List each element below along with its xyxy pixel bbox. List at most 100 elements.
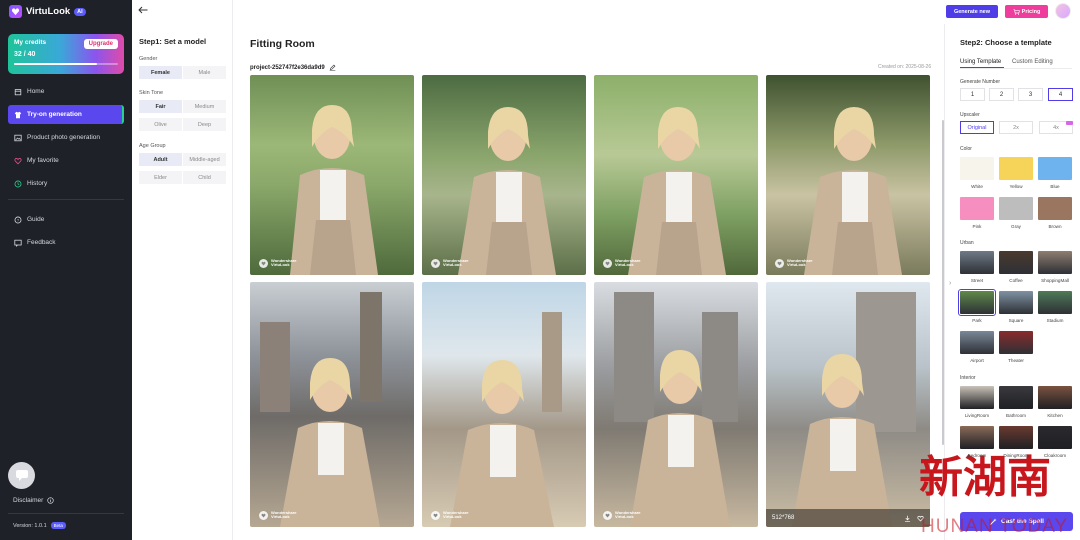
cast-button-label: Cast the Spell bbox=[1001, 518, 1044, 525]
watermark-logo-icon bbox=[775, 258, 784, 268]
help-icon: ? bbox=[14, 216, 22, 224]
color-swatch-brown[interactable] bbox=[1038, 197, 1072, 220]
generate-new-button[interactable]: Generate new bbox=[946, 5, 998, 18]
download-icon[interactable] bbox=[904, 515, 911, 522]
info-icon bbox=[47, 497, 54, 504]
interior-template-livingroom[interactable] bbox=[960, 386, 994, 409]
project-id: project-252747f2e36da9d9 bbox=[250, 64, 336, 71]
sidebar-item-home[interactable]: Home bbox=[8, 82, 124, 101]
age-middle-aged-button[interactable]: Middle-aged bbox=[183, 153, 226, 166]
interior-template-label: Cloakroom bbox=[1043, 453, 1067, 458]
watermark-line2: VirtuLook bbox=[271, 262, 290, 268]
interior-template-cloakroom[interactable] bbox=[1038, 426, 1072, 449]
interior-template-label: Kitchen bbox=[1047, 413, 1063, 418]
result-image-5[interactable]: Wondershare VirtuLook bbox=[250, 282, 414, 527]
image-resolution: 512*768 bbox=[772, 515, 795, 521]
credits-count: 32 / 40 bbox=[14, 51, 36, 58]
interior-template-bathroom[interactable] bbox=[999, 386, 1033, 409]
sidebar-item-feedback[interactable]: Feedback bbox=[8, 233, 124, 252]
back-arrow-icon[interactable] bbox=[138, 6, 148, 17]
model-illustration bbox=[458, 107, 556, 275]
interior-template-diningroom[interactable] bbox=[999, 426, 1033, 449]
skin-deep-button[interactable]: Deep bbox=[183, 118, 226, 131]
sidebar-item-label: Home bbox=[27, 88, 45, 95]
watermark-line2: VirtuLook bbox=[443, 262, 462, 268]
watermark: Wondershare VirtuLook bbox=[775, 258, 813, 268]
sidebar-item-tryon[interactable]: Try-on generation bbox=[8, 105, 124, 124]
gender-male-button[interactable]: Male bbox=[183, 66, 226, 79]
result-image-1[interactable]: Wondershare VirtuLook bbox=[250, 75, 414, 275]
skin-fair-button[interactable]: Fair bbox=[139, 100, 182, 113]
color-swatch-yellow[interactable] bbox=[999, 157, 1033, 180]
urban-template-park[interactable] bbox=[958, 289, 996, 316]
sidebar-nav: Home Try-on generation Product photo gen… bbox=[8, 82, 124, 256]
urban-template-shoppingmall[interactable] bbox=[1038, 251, 1072, 274]
upscaler-2x[interactable]: 2x bbox=[999, 121, 1033, 134]
urban-template-theater[interactable] bbox=[999, 331, 1033, 354]
chevron-right-icon[interactable]: › bbox=[949, 280, 951, 287]
sidebar-item-history[interactable]: History bbox=[8, 174, 124, 193]
upscaler-original[interactable]: Original bbox=[960, 121, 994, 134]
nav-divider bbox=[8, 199, 124, 200]
result-image-7[interactable]: Wondershare VirtuLook bbox=[594, 282, 758, 527]
color-swatch-pink[interactable] bbox=[960, 197, 994, 220]
age-elder-button[interactable]: Elder bbox=[139, 171, 182, 184]
color-swatch-blue[interactable] bbox=[1038, 157, 1072, 180]
color-swatch-white[interactable] bbox=[960, 157, 994, 180]
sidebar-item-favorite[interactable]: My favorite bbox=[8, 151, 124, 170]
watermark-logo-icon bbox=[431, 510, 440, 520]
step2-scrollbar[interactable] bbox=[942, 120, 944, 445]
result-image-4[interactable]: Wondershare VirtuLook bbox=[766, 75, 930, 275]
interior-template-kitchen[interactable] bbox=[1038, 386, 1072, 409]
cast-the-spell-button[interactable]: Cast the Spell bbox=[960, 512, 1073, 531]
generate-number-3[interactable]: 3 bbox=[1018, 88, 1043, 101]
heart-icon bbox=[14, 157, 22, 165]
age-adult-button[interactable]: Adult bbox=[139, 153, 182, 166]
disclaimer-link[interactable]: Disclaimer bbox=[13, 497, 54, 504]
gender-female-button[interactable]: Female bbox=[139, 66, 182, 79]
home-icon bbox=[14, 88, 22, 96]
urban-template-stadium[interactable] bbox=[1038, 291, 1072, 314]
urban-template-street[interactable] bbox=[960, 251, 994, 274]
interior-template-bedroom[interactable] bbox=[960, 426, 994, 449]
credits-card: My credits 32 / 40 Upgrade bbox=[8, 34, 124, 74]
brand[interactable]: VirtuLook AI bbox=[9, 5, 86, 18]
watermark-logo-icon bbox=[259, 510, 268, 520]
credits-progress-fill bbox=[14, 63, 98, 65]
result-image-2[interactable]: Wondershare VirtuLook bbox=[422, 75, 586, 275]
urban-template-square[interactable] bbox=[999, 291, 1033, 314]
tab-custom-editing[interactable]: Custom Editing bbox=[1012, 59, 1053, 65]
skin-medium-button[interactable]: Medium bbox=[183, 100, 226, 113]
interior-template-label: LivingRoom bbox=[964, 413, 990, 418]
generate-number-1[interactable]: 1 bbox=[960, 88, 985, 101]
version-label: Version: 1.0.1 bbox=[13, 522, 47, 529]
result-image-8[interactable]: 512*768 bbox=[766, 282, 930, 527]
urban-template-airport[interactable] bbox=[960, 331, 994, 354]
sidebar-item-product-photo[interactable]: Product photo generation bbox=[8, 128, 124, 147]
watermark-logo-icon bbox=[259, 258, 268, 268]
upgrade-button[interactable]: Upgrade bbox=[83, 39, 118, 49]
result-image-6[interactable]: Wondershare VirtuLook bbox=[422, 282, 586, 527]
urban-template-label: Airport bbox=[970, 358, 984, 363]
watermark: Wondershare VirtuLook bbox=[431, 510, 469, 520]
pricing-button[interactable]: Pricing bbox=[1005, 5, 1048, 18]
urban-template-coffee[interactable] bbox=[999, 251, 1033, 274]
age-group-label: Age Group bbox=[139, 143, 166, 149]
color-swatch-gray[interactable] bbox=[999, 197, 1033, 220]
user-avatar[interactable] bbox=[1055, 3, 1071, 19]
generate-number-4[interactable]: 4 bbox=[1048, 88, 1073, 101]
age-child-button[interactable]: Child bbox=[183, 171, 226, 184]
generate-number-2[interactable]: 2 bbox=[989, 88, 1014, 101]
app-name: VirtuLook bbox=[26, 6, 71, 17]
sidebar-item-guide[interactable]: ? Guide bbox=[8, 210, 124, 229]
chat-support-button[interactable] bbox=[8, 462, 35, 489]
result-image-3[interactable]: Wondershare VirtuLook bbox=[594, 75, 758, 275]
edit-icon[interactable] bbox=[329, 64, 336, 71]
skin-olive-button[interactable]: Olive bbox=[139, 118, 182, 131]
model-illustration bbox=[628, 107, 726, 275]
watermark: Wondershare VirtuLook bbox=[603, 510, 641, 520]
chat-icon bbox=[15, 470, 28, 481]
project-id-text: project-252747f2e36da9d9 bbox=[250, 64, 325, 71]
favorite-heart-icon[interactable] bbox=[917, 515, 924, 522]
tab-using-template[interactable]: Using Template bbox=[960, 59, 1001, 65]
